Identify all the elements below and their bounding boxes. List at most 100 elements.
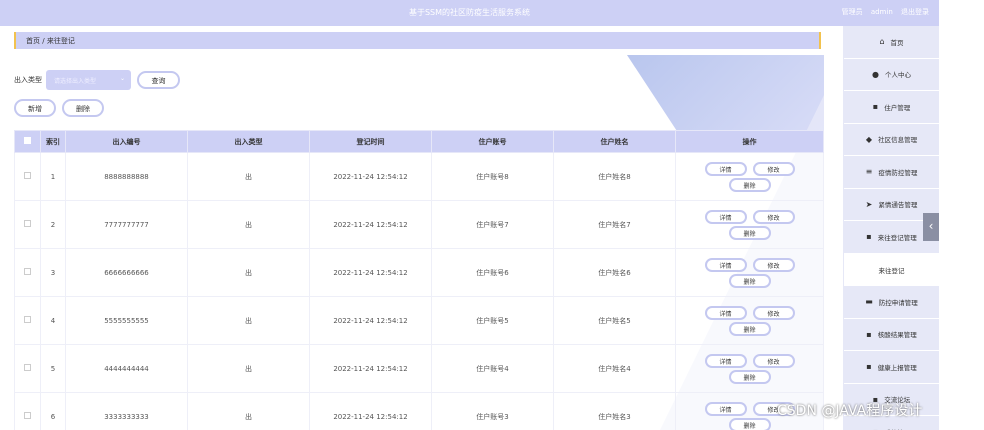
sidebar-item-label: 防控申请管理 [878, 298, 918, 307]
sidebar-item[interactable]: ▪ 住户管理 [844, 91, 939, 124]
column-header: 登记时间 [309, 130, 432, 153]
breadcrumb-separator: / [42, 37, 45, 45]
sidebar-item[interactable]: ▪ 健康上报管理 [844, 351, 939, 384]
cell-type: 出 [187, 200, 310, 249]
sidebar-item[interactable]: ⌂ 首页 [844, 26, 939, 59]
cell-index: 3 [40, 248, 66, 297]
edit-button[interactable]: 修改 [752, 353, 795, 368]
detail-button[interactable]: 详情 [704, 209, 747, 224]
home-icon: ⌂ [879, 37, 885, 47]
cell-index: 5 [40, 344, 66, 393]
cell-type: 出 [187, 392, 310, 430]
decorative-shape [627, 55, 824, 130]
table-row: 4 5555555555 出 2022-11-24 12:54:12 住户账号5 住户姓名… [14, 296, 824, 345]
detail-button[interactable]: 详情 [704, 353, 747, 368]
sidebar-item-label: 个人中心 [884, 71, 911, 80]
row-checkbox[interactable] [14, 392, 41, 430]
grid-icon: ▪ [866, 329, 872, 339]
edit-button[interactable]: 修改 [752, 257, 795, 272]
sidebar-item-label: 来往登记管理 [877, 233, 917, 242]
column-header: 出入类型 [187, 130, 310, 153]
cell-name: 住户姓名6 [553, 248, 676, 297]
sidebar-item[interactable]: ≡ 疫情防控管理 [844, 156, 939, 189]
sidebar-item-label: 健康上报管理 [877, 363, 917, 372]
cell-account: 住户账号6 [431, 248, 554, 297]
sidebar-item-label: 首页 [890, 38, 904, 47]
row-delete-button[interactable]: 删除 [728, 225, 771, 240]
edit-button[interactable]: 修改 [752, 305, 795, 320]
cell-time: 2022-11-24 12:54:12 [309, 200, 432, 249]
detail-button[interactable]: 详情 [704, 305, 747, 320]
row-checkbox[interactable] [14, 200, 41, 249]
column-header: 住户姓名 [553, 130, 676, 153]
cell-code: 4444444444 [65, 344, 188, 393]
detail-button[interactable]: 详情 [704, 161, 747, 176]
select-all-checkbox[interactable] [14, 130, 41, 153]
send-icon: ➤ [865, 199, 873, 209]
search-bar: 出入类型 请选择出入类型 ⌄ 查询 [14, 70, 180, 90]
breadcrumb: 首页 / 来往登记 [14, 32, 821, 49]
cell-name: 住户姓名5 [553, 296, 676, 345]
sidebar-item[interactable]: ● 个人中心 [844, 59, 939, 91]
cell-account: 住户账号4 [431, 344, 554, 393]
cell-name: 住户姓名3 [553, 392, 676, 430]
sidebar-subitem[interactable]: 来往登记 [844, 253, 939, 286]
cell-type: 出 [187, 344, 310, 393]
edit-button[interactable]: 修改 [752, 209, 795, 224]
table-row: 6 3333333333 出 2022-11-24 12:54:12 住户账号3 住户姓名… [14, 392, 824, 430]
breadcrumb-home[interactable]: 首页 [26, 37, 40, 45]
grid-icon: ▪ [872, 102, 879, 112]
edit-button[interactable]: 修改 [752, 161, 795, 176]
cell-name: 住户姓名7 [553, 200, 676, 249]
chevron-down-icon: ⌄ [119, 75, 125, 82]
user-icon: ● [872, 69, 879, 79]
building-icon: ◆ [865, 134, 873, 144]
sidebar-item-label: 疫情防控管理 [878, 168, 918, 177]
row-delete-button[interactable]: 删除 [728, 273, 771, 288]
column-header: 索引 [40, 130, 66, 153]
search-button[interactable]: 查询 [137, 71, 180, 89]
cell-code: 7777777777 [65, 200, 188, 249]
list-icon: ≡ [865, 167, 873, 177]
column-header: 住户账号 [431, 130, 554, 153]
cell-time: 2022-11-24 12:54:12 [309, 152, 432, 201]
user-role: 管理员 [841, 8, 863, 16]
row-checkbox[interactable] [14, 248, 41, 297]
table-row: 1 8888888888 出 2022-11-24 12:54:12 住户账号8 住户姓名… [14, 152, 824, 201]
cell-code: 6666666666 [65, 248, 188, 297]
cell-code: 3333333333 [65, 392, 188, 430]
table-row: 5 4444444444 出 2022-11-24 12:54:12 住户账号4 住户姓名… [14, 344, 824, 393]
cell-operations: 详情 修改 删除 [675, 248, 824, 297]
row-checkbox[interactable] [14, 152, 41, 201]
sidebar-item-label: 核酸结果管理 [877, 331, 917, 340]
sidebar-item[interactable]: ▬ 防控申请管理 [844, 286, 939, 319]
user-area: 管理员 admin 退出登录 [836, 7, 929, 17]
sidebar-item[interactable]: ◆ 社区信息管理 [844, 124, 939, 156]
row-delete-button[interactable]: 删除 [728, 417, 771, 430]
logout-link[interactable]: 退出登录 [901, 8, 929, 16]
cell-index: 1 [40, 152, 66, 201]
watermark: CSDN @JAVA程序设计 [777, 403, 923, 419]
cell-index: 6 [40, 392, 66, 430]
detail-button[interactable]: 详情 [704, 257, 747, 272]
cell-operations: 详情 修改 删除 [675, 200, 824, 249]
delete-button[interactable]: 删除 [62, 99, 104, 117]
type-select[interactable]: 请选择出入类型 ⌄ [46, 70, 131, 90]
cell-time: 2022-11-24 12:54:12 [309, 392, 432, 430]
row-checkbox[interactable] [14, 344, 41, 393]
collapse-sidebar-button[interactable]: ‹ [923, 213, 939, 241]
row-delete-button[interactable]: 删除 [728, 369, 771, 384]
row-delete-button[interactable]: 删除 [728, 177, 771, 192]
row-checkbox[interactable] [14, 296, 41, 345]
grid-icon: ▪ [866, 232, 872, 242]
detail-button[interactable]: 详情 [704, 401, 747, 416]
cell-name: 住户姓名8 [553, 152, 676, 201]
cell-account: 住户账号7 [431, 200, 554, 249]
cell-account: 住户账号5 [431, 296, 554, 345]
row-delete-button[interactable]: 删除 [728, 321, 771, 336]
cell-account: 住户账号3 [431, 392, 554, 430]
add-button[interactable]: 新增 [14, 99, 56, 117]
column-header: 出入编号 [65, 130, 188, 153]
sidebar-item[interactable]: ▪ 核酸结果管理 [844, 319, 939, 351]
action-buttons: 新增 删除 [14, 99, 104, 117]
